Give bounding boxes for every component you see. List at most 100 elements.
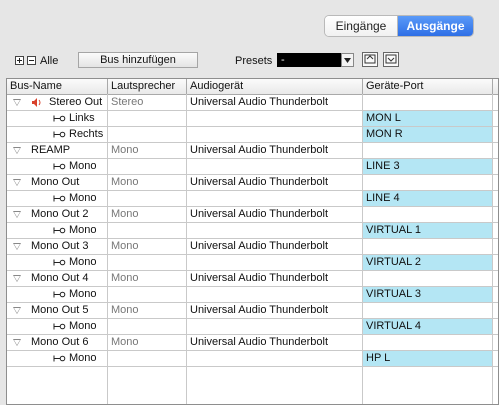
speaker-cell[interactable] — [108, 127, 187, 142]
channel-row[interactable]: Mono HP L — [7, 351, 498, 367]
bus-name-cell[interactable]: Mono — [7, 351, 108, 366]
speaker-cell[interactable] — [108, 351, 187, 366]
audio-device-cell[interactable] — [187, 319, 363, 334]
channel-row[interactable]: Rechts MON R — [7, 127, 498, 143]
tab-inputs[interactable]: Eingänge — [325, 16, 398, 36]
audio-device-cell[interactable] — [187, 255, 363, 270]
device-port-cell[interactable]: HP L — [363, 351, 493, 366]
speaker-cell[interactable] — [108, 111, 187, 126]
add-bus-button[interactable]: Bus hinzufügen — [78, 52, 198, 68]
device-port-cell[interactable]: VIRTUAL 3 — [363, 287, 493, 302]
speaker-cell[interactable] — [108, 287, 187, 302]
device-port-cell[interactable] — [363, 143, 493, 158]
disclosure-triangle-icon[interactable] — [13, 339, 21, 346]
audio-device-cell[interactable] — [187, 111, 363, 126]
channel-row[interactable]: Mono VIRTUAL 4 — [7, 319, 498, 335]
bus-name-cell[interactable]: Mono Out 6 — [7, 335, 108, 350]
bus-name-cell[interactable]: Mono Out 2 — [7, 207, 108, 222]
bus-name-cell[interactable]: Mono Out 4 — [7, 271, 108, 286]
bus-name-cell[interactable]: Mono Out 3 — [7, 239, 108, 254]
bus-name-cell[interactable]: Mono Out 5 — [7, 303, 108, 318]
bus-name-cell[interactable]: REAMP — [7, 143, 108, 158]
speaker-cell[interactable] — [108, 319, 187, 334]
column-header-bus-name[interactable]: Bus-Name — [7, 79, 108, 94]
device-port-cell[interactable] — [363, 95, 493, 110]
bus-name-cell[interactable]: Mono — [7, 159, 108, 174]
column-header-audio-device[interactable]: Audiogerät — [187, 79, 363, 94]
device-port-cell[interactable] — [363, 207, 493, 222]
bus-row[interactable]: Mono Out 5 Mono Universal Audio Thunderbol… — [7, 303, 498, 319]
speaker-cell[interactable]: Mono — [108, 175, 187, 190]
device-port-cell[interactable]: VIRTUAL 1 — [363, 223, 493, 238]
audio-device-cell[interactable]: Universal Audio Thunderbolt — [187, 271, 363, 286]
speaker-cell[interactable] — [108, 223, 187, 238]
column-header-speaker[interactable]: Lautsprecher — [108, 79, 187, 94]
bus-row[interactable]: REAMP Mono Universal Audio Thunderbolt — [7, 143, 498, 159]
speaker-cell[interactable]: Mono — [108, 143, 187, 158]
channel-row[interactable]: Mono LINE 4 — [7, 191, 498, 207]
disclosure-triangle-icon[interactable] — [13, 147, 21, 154]
audio-device-cell[interactable] — [187, 287, 363, 302]
bus-name-cell[interactable]: Mono — [7, 223, 108, 238]
device-port-cell[interactable]: VIRTUAL 4 — [363, 319, 493, 334]
audio-device-cell[interactable] — [187, 159, 363, 174]
audio-device-cell[interactable]: Universal Audio Thunderbolt — [187, 335, 363, 350]
channel-row[interactable]: Mono VIRTUAL 3 — [7, 287, 498, 303]
audio-device-cell[interactable]: Universal Audio Thunderbolt — [187, 95, 363, 110]
audio-device-cell[interactable]: Universal Audio Thunderbolt — [187, 143, 363, 158]
device-port-cell[interactable]: MON R — [363, 127, 493, 142]
expand-all-icon[interactable] — [15, 56, 24, 65]
disclosure-triangle-icon[interactable] — [13, 307, 21, 314]
disclosure-triangle-icon[interactable] — [13, 275, 21, 282]
audio-device-cell[interactable] — [187, 127, 363, 142]
speaker-cell[interactable] — [108, 191, 187, 206]
speaker-cell[interactable] — [108, 255, 187, 270]
device-port-cell[interactable]: LINE 3 — [363, 159, 493, 174]
speaker-cell[interactable]: Mono — [108, 303, 187, 318]
bus-row[interactable]: Mono Out 6 Mono Universal Audio Thunderbol… — [7, 335, 498, 351]
speaker-cell[interactable] — [108, 159, 187, 174]
presets-select[interactable]: - — [277, 53, 341, 67]
bus-name-cell[interactable]: Links — [7, 111, 108, 126]
device-port-cell[interactable] — [363, 175, 493, 190]
channel-row[interactable]: Mono LINE 3 — [7, 159, 498, 175]
disclosure-triangle-icon[interactable] — [13, 211, 21, 218]
speaker-cell[interactable]: Mono — [108, 335, 187, 350]
bus-name-cell[interactable]: Rechts — [7, 127, 108, 142]
bus-name-cell[interactable]: Mono — [7, 319, 108, 334]
bus-row[interactable]: Stereo Out Stereo Universal Audio Thunderb… — [7, 95, 498, 111]
device-port-cell[interactable] — [363, 271, 493, 286]
device-port-cell[interactable]: VIRTUAL 2 — [363, 255, 493, 270]
channel-row[interactable]: Links MON L — [7, 111, 498, 127]
bus-row[interactable]: Mono Out Mono Universal Audio Thunderbolt — [7, 175, 498, 191]
channel-row[interactable]: Mono VIRTUAL 2 — [7, 255, 498, 271]
bus-name-cell[interactable]: Stereo Out — [7, 95, 108, 110]
bus-name-cell[interactable]: Mono — [7, 191, 108, 206]
device-port-cell[interactable] — [363, 303, 493, 318]
load-preset-icon[interactable] — [362, 52, 378, 67]
chevron-down-icon[interactable] — [341, 53, 354, 67]
device-port-cell[interactable]: LINE 4 — [363, 191, 493, 206]
bus-row[interactable]: Mono Out 3 Mono Universal Audio Thunderbol… — [7, 239, 498, 255]
audio-device-cell[interactable]: Universal Audio Thunderbolt — [187, 303, 363, 318]
speaker-cell[interactable]: Stereo — [108, 95, 187, 110]
bus-name-cell[interactable]: Mono Out — [7, 175, 108, 190]
speaker-cell[interactable]: Mono — [108, 239, 187, 254]
device-port-cell[interactable]: MON L — [363, 111, 493, 126]
audio-device-cell[interactable]: Universal Audio Thunderbolt — [187, 239, 363, 254]
audio-device-cell[interactable] — [187, 223, 363, 238]
bus-name-cell[interactable]: Mono — [7, 287, 108, 302]
collapse-all-icon[interactable] — [27, 56, 36, 65]
disclosure-triangle-icon[interactable] — [13, 179, 21, 186]
bus-row[interactable]: Mono Out 4 Mono Universal Audio Thunderbol… — [7, 271, 498, 287]
bus-name-cell[interactable]: Mono — [7, 255, 108, 270]
audio-device-cell[interactable]: Universal Audio Thunderbolt — [187, 175, 363, 190]
audio-device-cell[interactable]: Universal Audio Thunderbolt — [187, 207, 363, 222]
disclosure-triangle-icon[interactable] — [13, 99, 21, 106]
device-port-cell[interactable] — [363, 335, 493, 350]
channel-row[interactable]: Mono VIRTUAL 1 — [7, 223, 498, 239]
audio-device-cell[interactable] — [187, 191, 363, 206]
save-preset-icon[interactable] — [383, 52, 399, 67]
audio-device-cell[interactable] — [187, 351, 363, 366]
tab-outputs[interactable]: Ausgänge — [398, 16, 473, 36]
